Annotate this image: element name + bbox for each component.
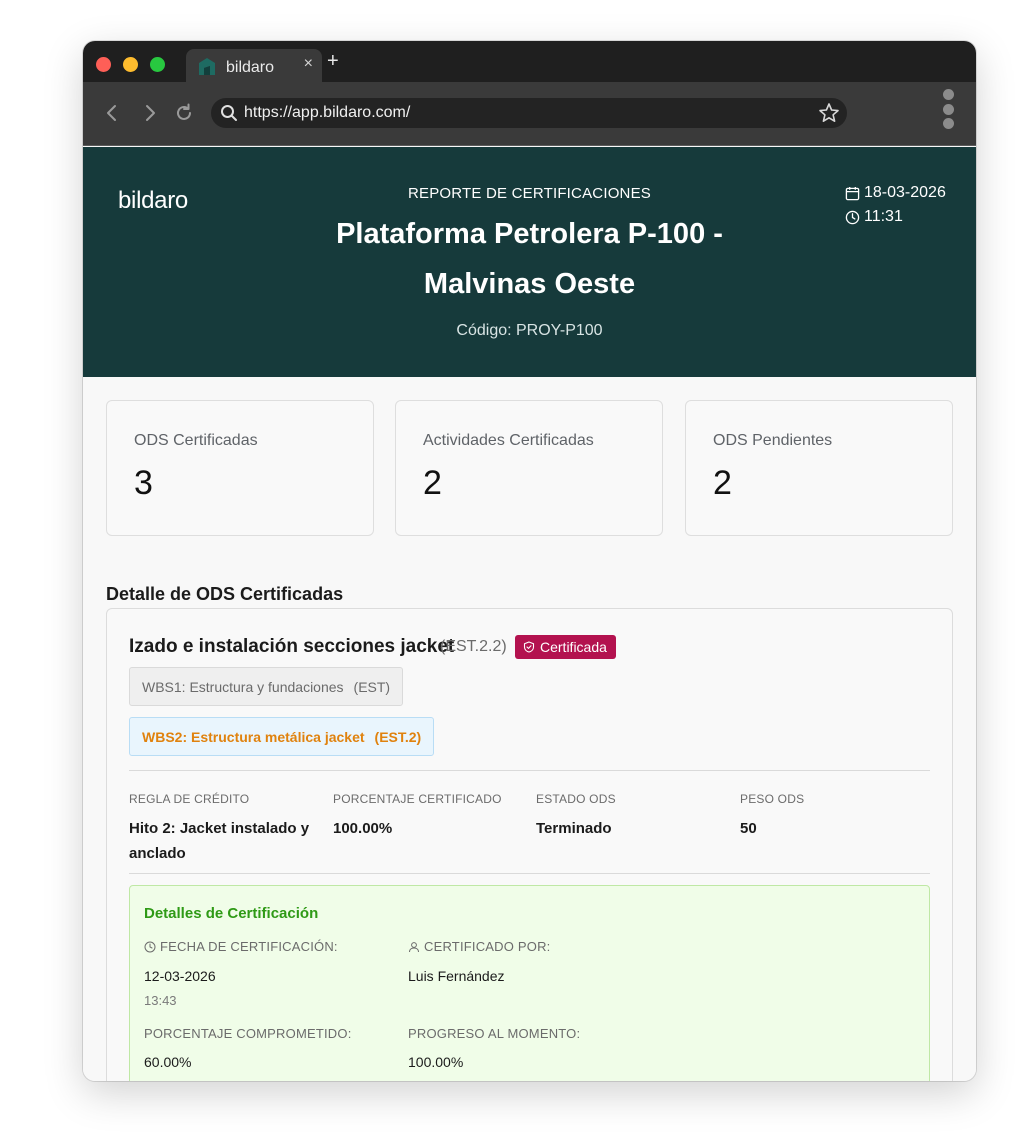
clock-icon (144, 941, 156, 952)
divider (129, 770, 930, 771)
report-time-text: 11:31 (864, 208, 903, 225)
certified-percent-label: PORCENTAJE CERTIFICADO (333, 792, 502, 806)
browser-window: bildaro × + https://app.bildaro.com/ bil… (83, 41, 976, 1081)
wbs1-label: WBS1: Estructura y fundaciones (142, 678, 344, 695)
back-arrow-icon[interactable] (101, 102, 123, 124)
certification-time-value: 13:43 (144, 993, 177, 1008)
report-date-text: 18-03-2026 (864, 184, 946, 201)
new-tab-button[interactable]: + (327, 51, 339, 71)
stat-value: 3 (134, 464, 153, 502)
ods-title: Izado e instalación secciones jacket (129, 636, 455, 657)
certified-percent-value: 100.00% (333, 820, 393, 837)
stat-label: Actividades Certificadas (423, 432, 594, 449)
bookmark-star-icon[interactable] (817, 101, 841, 125)
wbs1-code: (EST) (353, 678, 391, 695)
stat-value: 2 (713, 464, 732, 502)
project-title: Plataforma Petrolera P-100 - Malvinas Oe… (336, 218, 723, 300)
ods-weight-value: 50 (740, 820, 757, 837)
progress-label: PROGRESO AL MOMENTO: (408, 1026, 581, 1041)
certification-details: Detalles de Certificación FECHA DE CERTI… (129, 885, 930, 1081)
certified-by-label-text: CERTIFICADO POR: (424, 939, 551, 954)
section-title: Detalle de ODS Certificadas (106, 584, 344, 604)
certification-title: Detalles de Certificación (144, 905, 319, 922)
tab-bar: bildaro × + (83, 41, 976, 82)
certified-by-value: Luis Fernández (408, 968, 505, 984)
wbs2-code: (EST.2) (374, 728, 422, 745)
committed-percent-value: 60.00% (144, 1054, 192, 1070)
ods-card: Izado e instalación secciones jacket (ES… (106, 608, 953, 1081)
shield-check-icon (523, 641, 535, 653)
calendar-icon (845, 186, 860, 200)
progress-value: 100.00% (408, 1054, 464, 1070)
stat-label: ODS Certificadas (134, 432, 258, 449)
search-icon (221, 105, 237, 121)
url-text[interactable]: https://app.bildaro.com/ (244, 104, 410, 122)
wbs1-tag: WBS1: Estructura y fundaciones (EST) (129, 667, 404, 706)
wbs2-tag: WBS2: Estructura metálica jacket (EST.2) (129, 717, 435, 756)
report-label: REPORTE DE CERTIFICACIONES (407, 185, 652, 202)
credit-rule-label: REGLA DE CRÉDITO (129, 792, 250, 806)
report-header: bildaro REPORTE DE CERTIFICACIONES Plata… (83, 147, 976, 377)
credit-rule-value: Hito 2: Jacket instalado y anclado (129, 820, 310, 862)
certified-by-label: CERTIFICADO POR: (408, 939, 550, 954)
certification-date-value: 12-03-2026 (144, 968, 216, 984)
address-bar[interactable]: https://app.bildaro.com/ (211, 98, 847, 128)
ods-status-value: Terminado (536, 820, 612, 837)
certification-date-label-text: FECHA DE CERTIFICACIÓN: (160, 939, 338, 954)
stat-card-ods-pendientes: ODS Pendientes 2 (685, 400, 953, 536)
maximize-window-button[interactable] (150, 57, 165, 72)
forward-arrow-icon[interactable] (139, 102, 161, 124)
status-badge: Certificada (515, 635, 616, 659)
stat-card-actividades-certificadas: Actividades Certificadas 2 (395, 400, 663, 536)
browser-menu-icon[interactable] (941, 89, 955, 133)
bildaro-favicon-icon (199, 58, 215, 75)
tab-title: bildaro (226, 59, 275, 76)
minimize-window-button[interactable] (123, 57, 138, 72)
tab-close-icon[interactable]: × (304, 55, 313, 73)
user-icon (409, 941, 419, 952)
stat-label: ODS Pendientes (713, 432, 833, 449)
report-date: 18-03-2026 (845, 184, 946, 202)
browser-tab[interactable]: bildaro × (186, 49, 322, 82)
divider (129, 873, 930, 874)
page-viewport: bildaro REPORTE DE CERTIFICACIONES Plata… (83, 147, 976, 1081)
wbs2-label: WBS2: Estructura metálica jacket (142, 728, 365, 745)
clock-icon (845, 210, 860, 224)
reload-icon[interactable] (173, 102, 195, 124)
ods-status-label: ESTADO ODS (536, 792, 616, 806)
certification-date-label: FECHA DE CERTIFICACIÓN: (144, 939, 338, 954)
stat-card-ods-certificadas: ODS Certificadas 3 (106, 400, 374, 536)
stat-value: 2 (423, 464, 442, 502)
browser-toolbar: https://app.bildaro.com/ (83, 82, 976, 146)
ods-code: (EST.2.2) (440, 638, 507, 655)
ods-weight-label: PESO ODS (740, 792, 805, 806)
committed-percent-label: PORCENTAJE COMPROMETIDO: (144, 1026, 352, 1041)
status-badge-label: Certificada (540, 639, 607, 655)
project-code: Código: PROY-P100 (456, 322, 603, 339)
close-window-button[interactable] (96, 57, 111, 72)
report-time: 11:31 (845, 208, 903, 226)
